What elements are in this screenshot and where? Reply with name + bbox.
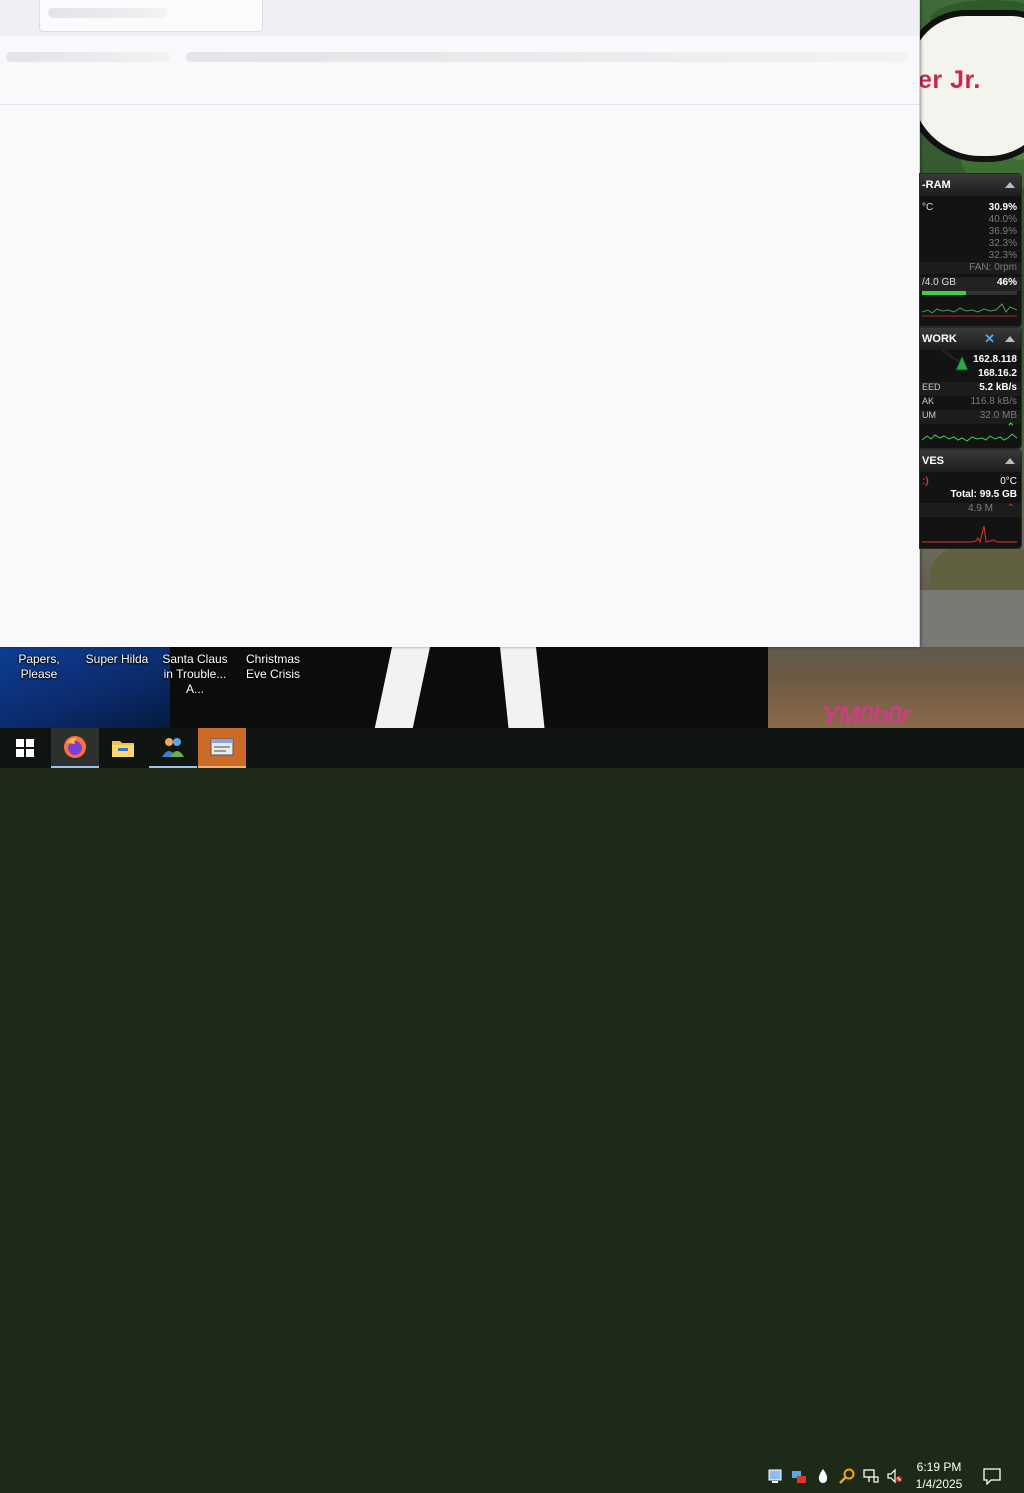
drive-activity: 4.9 M [967,503,993,514]
cpu-ram-header[interactable]: -RAM [920,174,1021,196]
desktop-icon-label: Santa Claus in Trouble... A... [162,652,228,696]
taskbar-firefox-button[interactable] [51,728,99,768]
system-monitor-gadget: -RAM °C 30.9% 40.0% 36.9% 32.3% 32.3% FA… [919,173,1022,549]
network-sum-value: 32.0 MB [979,410,1017,421]
ram-usage-bar-fill [922,291,966,295]
cpu-core-2: 36.9% [988,226,1017,237]
cpu-ram-title: -RAM [922,179,951,191]
cursor-icon [941,349,969,371]
taskbar-file-explorer-button[interactable] [99,728,147,768]
toolbar-placeholder [6,52,170,62]
desktop-icon-super-hilda[interactable]: Super Hilda [78,652,156,667]
window-icon [210,738,234,756]
drive-history-graph [922,525,1017,544]
network-panel: WORK ✕ 162.8.118 168.16.2 EED 5.2 kB/s A… [919,327,1022,449]
network-status-icon[interactable] [863,1468,879,1484]
network-ip-internal: 168.16.2 [978,368,1017,379]
drive-total: Total: 99.5 GB [950,489,1018,500]
drive-label: :) [922,476,929,487]
firefox-icon [64,736,86,758]
desktop-icon-label: Christmas Eve Crisis [245,652,300,681]
collapse-caret-icon[interactable] [1005,182,1015,188]
network-title: WORK [922,333,957,345]
tab-bar [0,0,919,36]
search-icon[interactable] [839,1468,855,1484]
network-history-graph [922,433,1017,442]
network-monitor-icon[interactable] [791,1468,807,1484]
desktop-icon-christmas-eve-crisis[interactable]: Christmas Eve Crisis [234,652,312,682]
ram-usage-label: /4.0 GB [922,277,956,288]
cpu-history-graph [922,303,1017,317]
fan-speed: FAN: 0rpm [969,262,1017,273]
notifications-icon[interactable] [983,1467,1001,1485]
volume-muted-icon[interactable] [887,1468,903,1484]
page-content [0,105,919,647]
cpu-usage-total: 30.9% [988,202,1017,213]
address-bar-placeholder[interactable] [186,52,908,62]
tools-icon[interactable]: ✕ [984,328,995,350]
cpu-core-1: 40.0% [988,214,1017,225]
taskbar-clock[interactable]: 6:19 PM 1/4/2025 [908,1459,970,1493]
network-sum-label: UM [922,410,936,420]
wallpaper-graffiti: YM0b0r [822,700,911,728]
network-ip-external: 162.8.118 [973,354,1017,365]
ram-usage-bar [922,291,1017,295]
network-speed-value: 5.2 kB/s [979,382,1017,393]
browser-tab[interactable] [39,0,263,32]
taskbar-active-window-button[interactable] [198,728,246,768]
network-speed-label: EED [922,382,941,392]
cpu-core-4: 32.3% [988,250,1017,261]
taskbar: 6:19 PM 1/4/2025 [0,728,1024,1491]
folder-icon [112,741,134,757]
collapse-caret-icon[interactable] [1005,458,1015,464]
taskbar-people-button[interactable] [149,728,197,768]
cpu-ram-panel: -RAM °C 30.9% 40.0% 36.9% 32.3% 32.3% FA… [919,173,1022,327]
cpu-core-3: 32.3% [988,238,1017,249]
display-icon[interactable] [767,1468,783,1484]
activity-arrow-icon: ⌃ [1006,503,1015,514]
toolbar [0,36,919,105]
desktop-icon-label: Papers, Please [18,652,60,681]
drives-title: VES [922,455,945,467]
wallpaper-sign-text: er Jr. [918,66,981,94]
clock-time: 6:19 PM [916,1460,962,1474]
network-peak-value: 116.8 kB/s [970,396,1017,407]
clock-date: 1/4/2025 [915,1477,963,1491]
people-icon [162,738,184,757]
network-header[interactable]: WORK ✕ [920,328,1021,350]
desktop-icon-label: Super Hilda [85,652,149,666]
desktop-icon-santa-claus[interactable]: Santa Claus in Trouble... A... [156,652,234,697]
cpu-temp-unit: °C [922,202,934,213]
drive-temp: 0°C [1000,476,1017,487]
drives-header[interactable]: VES [920,450,1021,472]
tab-title-placeholder [48,8,168,18]
desktop-icon-papers-please[interactable]: Papers, Please [0,652,78,682]
windows-logo-icon [16,739,34,757]
browser-window [0,0,920,647]
droplet-icon[interactable] [815,1468,831,1484]
collapse-caret-icon[interactable] [1005,336,1015,342]
ram-usage-percent: 46% [996,277,1017,288]
network-peak-label: AK [922,396,935,406]
drives-panel: VES :) 0°C Total: 99.5 GB 4.9 M ⌃ [919,449,1022,549]
start-button[interactable] [0,728,50,768]
